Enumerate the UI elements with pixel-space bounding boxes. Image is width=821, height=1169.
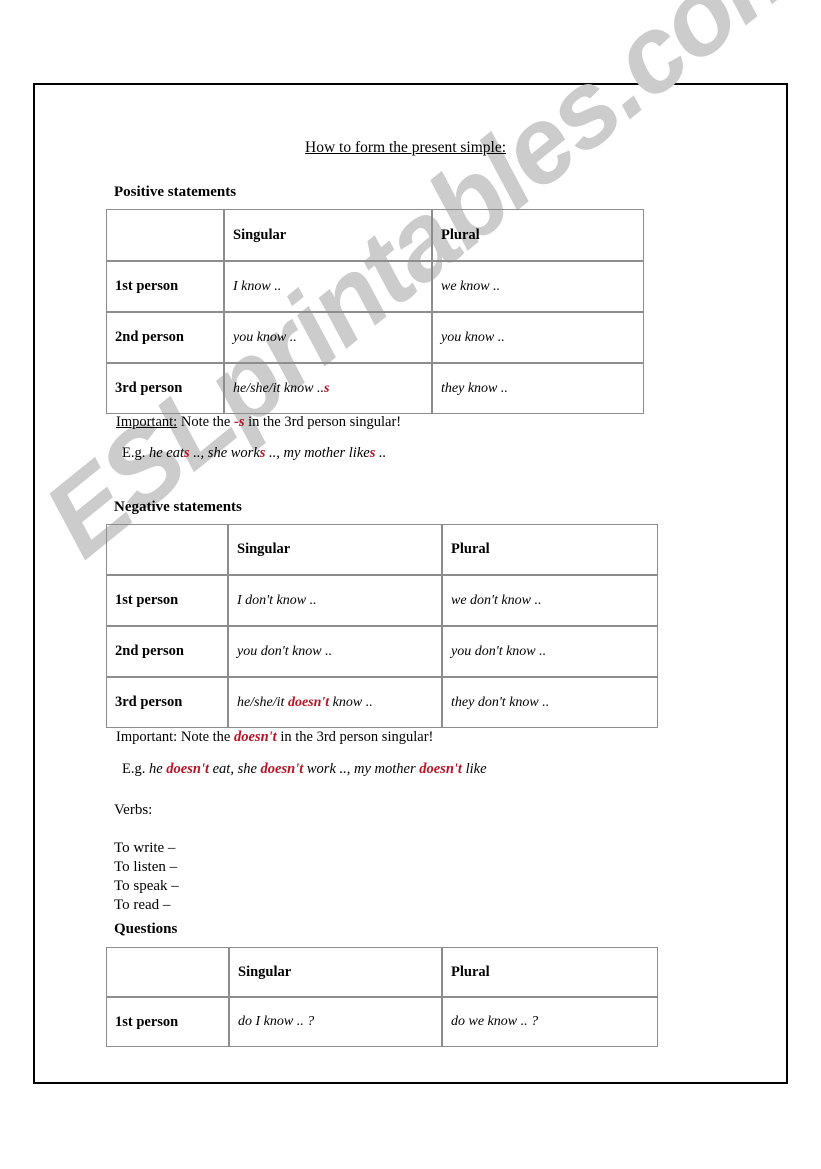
cell-singular-form: he/she/it know ..s xyxy=(224,363,432,414)
verb-item: To listen – xyxy=(114,859,178,875)
example-negative: E.g. he doesn't eat, she doesn't work ..… xyxy=(122,761,487,778)
example-part: eat, she xyxy=(209,761,261,777)
cell-singular-form: do I know .. ? xyxy=(229,997,442,1047)
table-row: 1st person I know .. we know .. xyxy=(106,261,644,312)
example-part: he xyxy=(145,761,167,777)
form-text-plain: he/she/it xyxy=(237,694,288,710)
cell-singular-form: he/she/it doesn't know .. xyxy=(228,677,442,728)
example-body: he eats .., she works .., my mother like… xyxy=(145,445,386,461)
verbs-label: Verbs: xyxy=(114,802,153,818)
example-part: work .., my mother xyxy=(303,761,420,777)
form-text-highlight: s xyxy=(324,380,330,396)
note-highlight: doesn't xyxy=(234,729,277,745)
verb-item: To write – xyxy=(114,840,176,856)
table-row: 2nd person you don't know .. you don't k… xyxy=(106,626,658,677)
table-row: 1st person do I know .. ? do we know .. … xyxy=(106,997,658,1047)
cell-person: 2nd person xyxy=(106,312,224,363)
header-cell-blank xyxy=(106,947,229,997)
table-row: 3rd person he/she/it doesn't know .. the… xyxy=(106,677,658,728)
header-cell-blank xyxy=(106,524,228,575)
cell-plural-form: they know .. xyxy=(432,363,644,414)
example-part: .., my mother like xyxy=(265,445,370,461)
note-positive: Important: Note the -s in the 3rd person… xyxy=(116,414,401,431)
heading-questions: Questions xyxy=(114,921,178,937)
table-row: 2nd person you know .. you know .. xyxy=(106,312,644,363)
cell-person: 3rd person xyxy=(106,363,224,414)
header-cell-plural: Plural xyxy=(432,209,644,261)
example-part-highlight: doesn't xyxy=(166,761,209,777)
cell-person: 3rd person xyxy=(106,677,228,728)
heading-negative-statements: Negative statements xyxy=(114,499,242,515)
note-negative: Important: Note the doesn't in the 3rd p… xyxy=(116,729,433,746)
header-cell-plural: Plural xyxy=(442,947,658,997)
example-part: .. xyxy=(375,445,387,461)
cell-singular-form: you don't know .. xyxy=(228,626,442,677)
table-header-row: Singular Plural xyxy=(106,947,658,997)
header-cell-singular: Singular xyxy=(229,947,442,997)
cell-plural-form: you know .. xyxy=(432,312,644,363)
header-cell-singular: Singular xyxy=(228,524,442,575)
table-positive-statements: Singular Plural 1st person I know .. we … xyxy=(106,209,644,414)
table-row: 3rd person he/she/it know ..s they know … xyxy=(106,363,644,414)
table-header-row: Singular Plural xyxy=(106,524,658,575)
example-part-highlight: doesn't xyxy=(419,761,462,777)
form-text-trailing: know .. xyxy=(329,694,373,710)
example-part: .., she work xyxy=(189,445,260,461)
example-label: E.g. xyxy=(122,761,146,777)
note-highlight: -s xyxy=(234,414,245,430)
cell-plural-form: we know .. xyxy=(432,261,644,312)
form-text-plain: he/she/it know .. xyxy=(233,380,324,396)
cell-plural-form: they don't know .. xyxy=(442,677,658,728)
cell-singular-form: you know .. xyxy=(224,312,432,363)
cell-person: 1st person xyxy=(106,575,228,626)
cell-person: 1st person xyxy=(106,261,224,312)
table-negative-statements: Singular Plural 1st person I don't know … xyxy=(106,524,658,728)
heading-positive-statements: Positive statements xyxy=(114,184,237,200)
form-text-plain: do I know .. ? xyxy=(238,1014,315,1029)
worksheet-content: How to form the present simple: Positive… xyxy=(0,0,821,1169)
cell-singular-form: I don't know .. xyxy=(228,575,442,626)
note-after: in the 3rd person singular! xyxy=(244,414,402,430)
example-body: he doesn't eat, she doesn't work .., my … xyxy=(145,761,487,777)
example-positive: E.g. he eats .., she works .., my mother… xyxy=(122,445,386,462)
header-cell-singular: Singular xyxy=(224,209,432,261)
note-before: Note the xyxy=(177,414,234,430)
verb-item: To speak – xyxy=(114,878,179,894)
form-text-highlight: doesn't xyxy=(287,694,330,710)
note-label: Important: xyxy=(116,729,178,745)
example-part: like xyxy=(461,761,487,777)
cell-plural-form: we don't know .. xyxy=(442,575,658,626)
form-text-plain: I don't know .. xyxy=(237,592,317,608)
example-part-highlight: doesn't xyxy=(260,761,304,777)
cell-plural-form: do we know .. ? xyxy=(442,997,658,1047)
cell-singular-form: I know .. xyxy=(224,261,432,312)
form-text-plain: I know .. xyxy=(233,278,282,294)
form-text-plain: you know .. xyxy=(233,329,297,345)
table-header-row: Singular Plural xyxy=(106,209,644,261)
cell-person: 1st person xyxy=(106,997,229,1047)
page-title: How to form the present simple: xyxy=(305,139,507,156)
note-after: in the 3rd person singular! xyxy=(276,729,434,745)
example-part: he eat xyxy=(145,445,185,461)
header-cell-plural: Plural xyxy=(442,524,658,575)
cell-person: 2nd person xyxy=(106,626,228,677)
header-cell-blank xyxy=(106,209,224,261)
example-label: E.g. xyxy=(122,445,146,461)
note-label: Important: xyxy=(116,414,178,430)
note-before: Note the xyxy=(177,729,234,745)
verb-item: To read – xyxy=(114,897,171,913)
cell-plural-form: you don't know .. xyxy=(442,626,658,677)
table-row: 1st person I don't know .. we don't know… xyxy=(106,575,658,626)
table-questions: Singular Plural 1st person do I know .. … xyxy=(106,947,658,1047)
form-text-plain: you don't know .. xyxy=(237,643,333,659)
